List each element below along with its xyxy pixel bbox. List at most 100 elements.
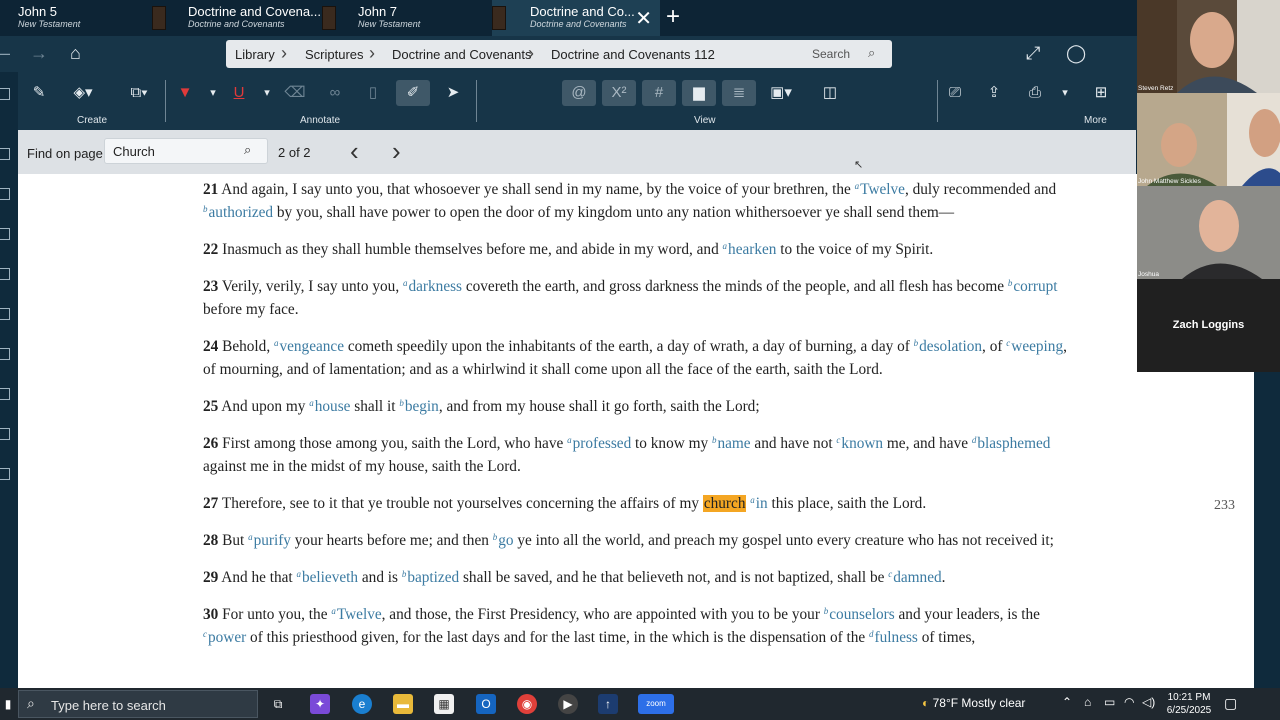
draw-icon[interactable]: ✐ xyxy=(396,80,430,106)
task-view-icon[interactable]: ⧉ xyxy=(268,694,288,714)
footnote-link[interactable]: abelieveth xyxy=(296,569,358,586)
breadcrumb-doctrine-and-covenants[interactable]: Doctrine and Covenants xyxy=(392,47,531,62)
footnote-marker: a xyxy=(402,278,408,288)
paragraph-icon[interactable]: ≣ xyxy=(722,80,756,106)
side-icon[interactable] xyxy=(0,428,10,440)
footnote-link[interactable]: ain xyxy=(750,495,767,512)
at-symbol-icon[interactable]: @ xyxy=(562,80,596,106)
chrome-icon[interactable]: ◉ xyxy=(517,694,537,714)
footnote-link[interactable]: cpower xyxy=(203,629,246,646)
copilot-icon[interactable]: ✦ xyxy=(310,694,330,714)
close-tab-icon[interactable]: ✕ xyxy=(635,6,652,31)
menu-edge-icon[interactable]: – xyxy=(0,43,10,64)
previous-result-icon[interactable]: ‹ xyxy=(350,136,359,167)
footnote-link[interactable]: aTwelve xyxy=(331,606,381,623)
weather-widget[interactable]: ◐ 78°F Mostly clear xyxy=(922,696,1025,710)
windows-start-icon[interactable]: ▮ xyxy=(0,694,18,714)
tab-john-7[interactable]: John 7 New Testament xyxy=(322,0,482,36)
edge-browser-icon[interactable]: e xyxy=(352,694,372,714)
outlook-icon[interactable]: O xyxy=(476,694,496,714)
panel-dropdown-icon[interactable]: ▣▾ xyxy=(764,80,798,106)
split-view-icon[interactable]: ◫ xyxy=(813,80,847,106)
tab-doctrine-and-covenants-1[interactable]: Doctrine and Covena... Doctrine and Cove… xyxy=(152,0,321,36)
side-icon[interactable] xyxy=(0,348,10,360)
display-icon[interactable]: ▭ xyxy=(1104,695,1115,709)
footnote-link[interactable]: adarkness xyxy=(403,278,462,295)
new-tab-icon[interactable]: + xyxy=(666,3,680,31)
footnote-link[interactable]: bauthorized xyxy=(203,204,273,221)
present-icon[interactable]: ⎚ xyxy=(938,80,972,106)
footnote-link[interactable]: bname xyxy=(712,435,751,452)
footnote-link[interactable]: dblasphemed xyxy=(972,435,1051,452)
zoom-icon[interactable]: zoom xyxy=(638,694,674,714)
tab-doctrine-and-covenants-active[interactable]: Doctrine and Co... Doctrine and Covenant… xyxy=(492,0,660,36)
verse-number-icon[interactable]: # xyxy=(642,80,676,106)
breadcrumb-library[interactable]: Library xyxy=(235,47,275,62)
side-icon[interactable] xyxy=(0,468,10,480)
footnote-link[interactable]: cknown xyxy=(836,435,883,452)
participant-tile[interactable]: Zach Loggins xyxy=(1137,279,1280,372)
clock[interactable]: 10:21 PM 6/25/2025 xyxy=(1163,691,1215,717)
participant-tile[interactable]: Joshua xyxy=(1137,186,1280,279)
search-icon[interactable]: ⌕ xyxy=(244,142,251,158)
taskbar-search-input[interactable]: ⌕ Type here to search xyxy=(18,690,258,718)
forward-arrow-icon[interactable]: → xyxy=(30,43,48,64)
add-panel-icon[interactable]: ⊞ xyxy=(1084,80,1118,106)
document-icon[interactable]: ▆ xyxy=(682,80,716,106)
pointer-icon[interactable]: ➤ xyxy=(436,80,470,106)
nav-bar: – → ⌂ Library › Scriptures › Doctrine an… xyxy=(0,36,1140,72)
media-player-icon[interactable]: ▶ xyxy=(558,694,578,714)
footnote-link[interactable]: ahearken xyxy=(723,241,777,258)
footnote-link[interactable]: bcorrupt xyxy=(1008,278,1058,295)
side-icon[interactable] xyxy=(0,228,10,240)
page-icon[interactable]: ▯ xyxy=(356,80,390,106)
breadcrumb-scriptures[interactable]: Scriptures xyxy=(305,47,364,62)
footnote-link[interactable]: bdesolation xyxy=(914,338,982,355)
search-input[interactable]: Search ⌕ xyxy=(808,43,886,65)
participant-tile[interactable]: John Matthew Sickles xyxy=(1137,93,1280,186)
notifications-icon[interactable]: ▢ xyxy=(1224,695,1237,712)
side-icon[interactable] xyxy=(0,88,10,100)
side-icon[interactable] xyxy=(0,188,10,200)
superscript-icon[interactable]: X² xyxy=(602,80,636,106)
footnote-link[interactable]: avengeance xyxy=(274,338,344,355)
footnote-link[interactable]: aTwelve xyxy=(855,181,905,198)
footnote-link[interactable]: bcounselors xyxy=(824,606,895,623)
side-icon[interactable] xyxy=(0,388,10,400)
chevron-up-icon[interactable]: ⌃ xyxy=(1062,695,1072,709)
footnote-link[interactable]: apurify xyxy=(248,532,291,549)
participant-tile[interactable]: Steven Retz xyxy=(1137,0,1280,93)
side-icon[interactable] xyxy=(0,308,10,320)
footnote-word: baptized xyxy=(407,569,460,586)
side-icon[interactable] xyxy=(0,148,10,160)
print-icon[interactable]: ⎙ xyxy=(1018,80,1052,106)
footnote-link[interactable]: dfulness xyxy=(869,629,918,646)
wifi-icon[interactable]: ◠ xyxy=(1124,695,1134,709)
file-explorer-icon[interactable]: ▬ xyxy=(393,694,413,714)
share-icon[interactable]: ⇪ xyxy=(977,80,1011,106)
volume-icon[interactable]: ◁) xyxy=(1142,695,1155,709)
eraser-icon[interactable]: ⌫ xyxy=(278,80,312,106)
footnote-link[interactable]: cweeping xyxy=(1006,338,1063,355)
footnote-link[interactable]: aprofessed xyxy=(567,435,631,452)
footnote-link[interactable]: ahouse xyxy=(309,398,350,415)
footnote-link[interactable]: bgo xyxy=(493,532,514,549)
footnote-link[interactable]: bbegin xyxy=(399,398,439,415)
onedrive-icon[interactable]: ⌂ xyxy=(1084,695,1091,709)
side-icon[interactable] xyxy=(0,268,10,280)
account-icon[interactable]: ◯ xyxy=(1066,43,1086,64)
breadcrumb-section-112[interactable]: Doctrine and Covenants 112 xyxy=(551,47,715,62)
home-icon[interactable]: ⌂ xyxy=(70,43,81,64)
chevron-down-icon[interactable]: ▾ xyxy=(1048,80,1082,106)
next-result-icon[interactable]: › xyxy=(392,136,401,167)
copy-dropdown-icon[interactable]: ⧉▾ xyxy=(122,80,156,106)
link-icon[interactable]: ∞ xyxy=(318,80,352,106)
tab-john-5[interactable]: John 5 New Testament xyxy=(0,0,145,36)
store-icon[interactable]: ▦ xyxy=(434,694,454,714)
tag-dropdown-icon[interactable]: ◈▾ xyxy=(66,80,100,106)
gospel-library-icon[interactable]: ↑ xyxy=(598,694,618,714)
expand-icon[interactable]: ⤢ xyxy=(1026,43,1040,64)
footnote-link[interactable]: cdamned xyxy=(888,569,941,586)
footnote-link[interactable]: bbaptized xyxy=(402,569,459,586)
create-note-icon[interactable]: ✎ xyxy=(22,80,56,106)
